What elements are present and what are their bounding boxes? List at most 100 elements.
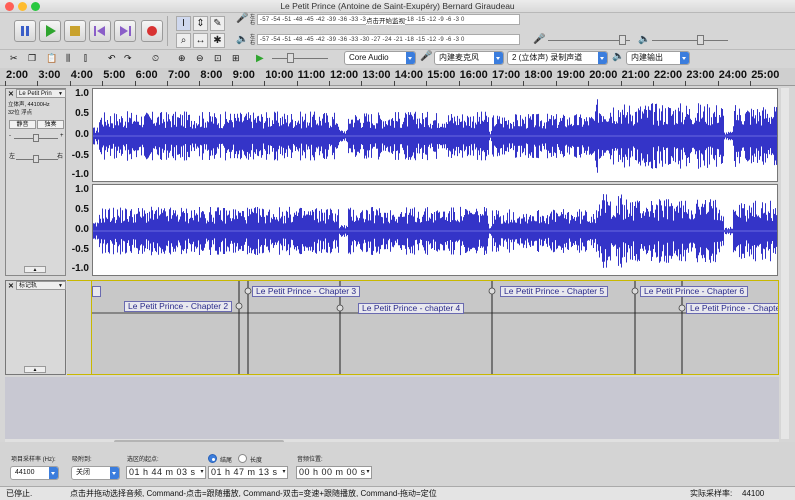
- audio-position-field[interactable]: 00 h 00 m 00 s ▾: [296, 466, 372, 479]
- play-button[interactable]: [39, 20, 61, 42]
- chevron-down-icon: ▾: [200, 469, 204, 475]
- envelope-tool-icon[interactable]: ⇕: [193, 16, 208, 31]
- trim-icon[interactable]: ⫼: [66, 53, 70, 64]
- mute-button[interactable]: 静音: [9, 120, 36, 129]
- play-speed-slider[interactable]: [272, 58, 328, 59]
- channels-select[interactable]: 2 (立体声) 录制声道: [507, 51, 608, 65]
- project-rate-select[interactable]: 44100: [10, 466, 59, 480]
- zoom-out-icon[interactable]: ⊖: [196, 53, 204, 64]
- mic-meter-icon[interactable]: 🎤: [236, 13, 248, 27]
- input-volume-thumb[interactable]: [619, 35, 626, 45]
- skip-to-start-button[interactable]: [89, 20, 111, 42]
- play-speed-thumb[interactable]: [287, 53, 294, 63]
- input-volume-slider[interactable]: [548, 40, 630, 41]
- project-rate-value: 44100: [15, 469, 35, 476]
- silence-icon[interactable]: ⫿: [84, 53, 87, 64]
- copy-icon[interactable]: ❐: [28, 53, 36, 64]
- input-device-select[interactable]: 内建麦克风: [434, 51, 504, 65]
- pan-left-label: 左: [9, 154, 16, 160]
- empty-track-area[interactable]: [5, 377, 779, 439]
- record-meter-hint[interactable]: 点击开始监视: [366, 15, 405, 25]
- audio-track-control-panel[interactable]: ✕ Le Petit Prin ▼ 立体声, 44100Hz 32位 浮点 静音 …: [5, 88, 66, 276]
- close-track-icon[interactable]: ✕: [8, 282, 14, 290]
- zoom-window-icon[interactable]: [31, 2, 40, 11]
- audio-host-select[interactable]: Core Audio: [344, 51, 416, 65]
- close-window-icon[interactable]: [5, 2, 14, 11]
- play-at-speed-icon[interactable]: ▶: [256, 53, 264, 64]
- waveform-channel-2[interactable]: [92, 184, 778, 276]
- label-track-area[interactable]: Le Petit Prince - Chapter 2 Le Petit Prin…: [91, 280, 779, 375]
- y-label: -1.0: [71, 263, 89, 274]
- redo-icon[interactable]: ↷: [124, 53, 132, 64]
- label-item[interactable]: Le Petit Prince - Chapter 5: [500, 286, 609, 297]
- input-volume-icon: 🎤: [533, 34, 546, 45]
- ruler-tick-mark: [426, 81, 428, 86]
- waveform-channel-1-svg: [93, 99, 777, 173]
- sync-lock-icon[interactable]: ⏲: [152, 53, 159, 64]
- output-device-select[interactable]: 内建输出: [626, 51, 690, 65]
- ruler-tick: 14:00: [394, 69, 423, 81]
- ruler-tick-mark: [717, 81, 719, 86]
- label-marker: [631, 287, 639, 295]
- stop-button[interactable]: [64, 20, 86, 42]
- y-label: 0.5: [75, 204, 89, 215]
- pan-thumb[interactable]: [33, 155, 39, 163]
- label-track-name-menu[interactable]: 标记轨 ▼: [16, 281, 66, 290]
- record-button[interactable]: [141, 20, 163, 42]
- timeline-ruler[interactable]: 2:00 3:00 4:00 5:00 6:00 7:00 8:00 9:00 10:00 11:…: [0, 68, 795, 86]
- ruler-tick-mark: [199, 81, 201, 86]
- waveform-channel-1[interactable]: [92, 88, 778, 182]
- undo-icon[interactable]: ↶: [108, 53, 116, 64]
- solo-button[interactable]: 独奏: [37, 120, 64, 129]
- output-volume-slider[interactable]: [652, 40, 728, 41]
- skip-start-icon: [94, 26, 105, 36]
- label-item-partial[interactable]: [92, 286, 101, 297]
- label-item[interactable]: Le Petit Prince - Chapter 6: [640, 286, 749, 297]
- cut-icon[interactable]: ✂: [10, 53, 18, 64]
- track-name-menu[interactable]: Le Petit Prin ▼: [16, 89, 66, 98]
- label-track-gutter: [67, 280, 91, 375]
- label-marker: [244, 287, 252, 295]
- multi-tool-icon[interactable]: ✱: [210, 33, 225, 48]
- selection-start-field[interactable]: 01 h 44 m 03 s ▾: [126, 466, 206, 479]
- label-track-control-panel[interactable]: ✕ 标记轨 ▼ ▲: [5, 280, 66, 375]
- fit-project-icon[interactable]: ⊞: [232, 53, 240, 64]
- end-radio[interactable]: [208, 454, 217, 463]
- label-item[interactable]: Le Petit Prince - Chapter 3: [252, 286, 361, 297]
- zoom-tool-icon[interactable]: ⌕: [176, 33, 191, 48]
- vertical-scrollbar[interactable]: [781, 88, 789, 439]
- gain-thumb[interactable]: [33, 134, 39, 142]
- zoom-in-icon[interactable]: ⊕: [178, 53, 186, 64]
- meter-right-label: 右: [250, 20, 256, 26]
- pause-button[interactable]: [14, 20, 36, 42]
- snap-to-value: 关闭: [76, 469, 90, 476]
- ruler-tick-mark: [134, 81, 136, 86]
- label-item[interactable]: Le Petit Prince - Chapter 2: [124, 301, 233, 312]
- output-volume-thumb[interactable]: [697, 35, 704, 45]
- audio-position-label: 音频位置:: [297, 457, 323, 463]
- ruler-tick: 11:00: [297, 69, 326, 81]
- ruler-tick: 21:00: [621, 69, 650, 81]
- fit-selection-icon[interactable]: ⊡: [214, 53, 222, 64]
- playback-meter[interactable]: -57 -54 -51 -48 -45 -42 -39 -36 -33 -30 …: [257, 34, 520, 45]
- collapse-track-icon[interactable]: ▲: [24, 266, 46, 273]
- selection-end-field[interactable]: 01 h 47 m 13 s ▾: [208, 466, 288, 479]
- ruler-tick: 5:00: [103, 69, 126, 81]
- label-item[interactable]: Le Petit Prince - Chapte: [686, 303, 778, 314]
- speaker-meter-icon[interactable]: 🔈: [236, 34, 248, 48]
- selection-tool-icon[interactable]: I: [176, 16, 191, 31]
- paste-icon[interactable]: 📋: [46, 53, 57, 64]
- draw-tool-icon[interactable]: ✎: [210, 16, 225, 31]
- skip-to-end-button[interactable]: [114, 20, 136, 42]
- label-item[interactable]: Le Petit Prince - chapter 4: [358, 303, 465, 314]
- ruler-tick-mark: [393, 81, 395, 86]
- minimize-window-icon[interactable]: [18, 2, 27, 11]
- ruler-tick-mark: [750, 81, 752, 86]
- snap-to-select[interactable]: 关闭: [71, 466, 120, 480]
- status-bar: 已停止. 点击并拖动选择音频, Command-点击=跟随播放, Command…: [0, 486, 795, 500]
- microphone-icon: 🎤: [420, 51, 433, 62]
- time-shift-tool-icon[interactable]: ↔: [193, 33, 208, 48]
- length-radio[interactable]: [238, 454, 247, 463]
- collapse-track-icon[interactable]: ▲: [24, 366, 46, 373]
- close-track-icon[interactable]: ✕: [8, 90, 14, 98]
